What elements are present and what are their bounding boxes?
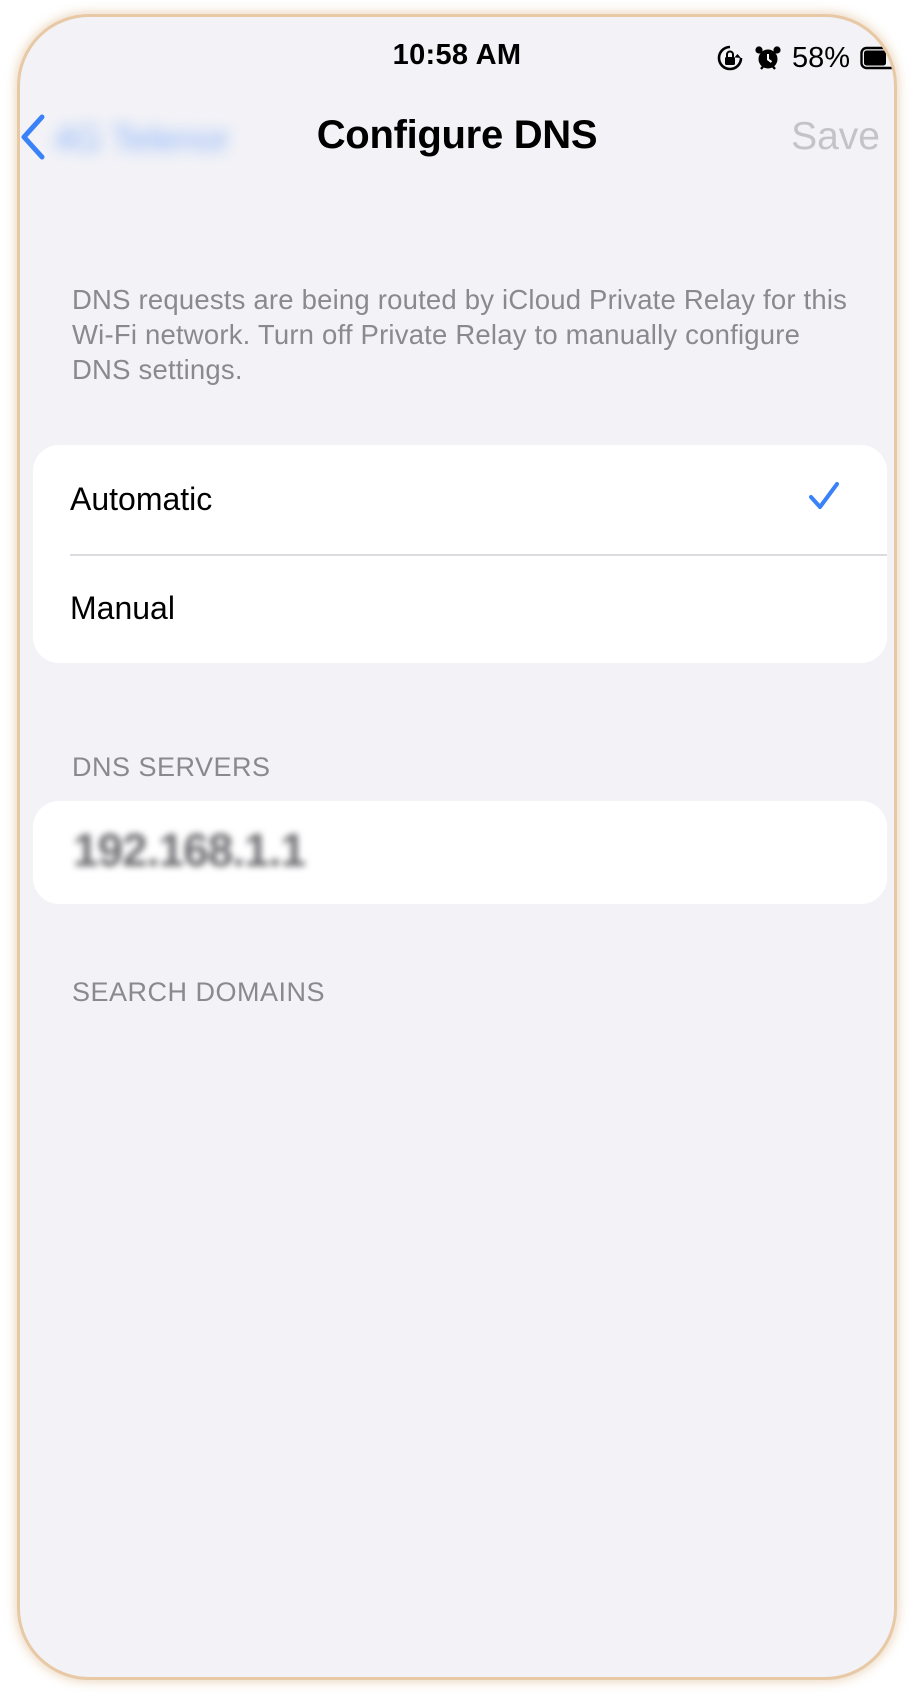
dns-server-entry: 192.168.1.1 [73, 824, 306, 876]
option-manual-label: Manual [70, 590, 175, 626]
dns-servers-header: DNS SERVERS [72, 752, 271, 782]
dns-mode-group: Automatic Manual [33, 445, 887, 663]
checkmark-icon [807, 479, 841, 521]
option-manual[interactable]: Manual [33, 554, 887, 663]
battery-percent: 58% [791, 41, 850, 74]
option-automatic-label: Automatic [70, 481, 213, 517]
phone-screen: 10:58 AM 58% 4G Telenor Configure DNS Sa… [17, 14, 897, 1680]
private-relay-notice: DNS requests are being routed by iCloud … [72, 284, 848, 385]
save-button[interactable]: Save [791, 115, 880, 159]
page-title: Configure DNS [316, 113, 598, 157]
search-domains-header: SEARCH DOMAINS [72, 977, 326, 1007]
battery-icon [860, 46, 894, 70]
alarm-icon [754, 44, 782, 72]
orientation-lock-icon [716, 44, 744, 72]
dns-servers-group: 192.168.1.1 [33, 801, 887, 904]
status-indicators: 58% [716, 41, 894, 75]
option-automatic[interactable]: Automatic [33, 445, 887, 554]
